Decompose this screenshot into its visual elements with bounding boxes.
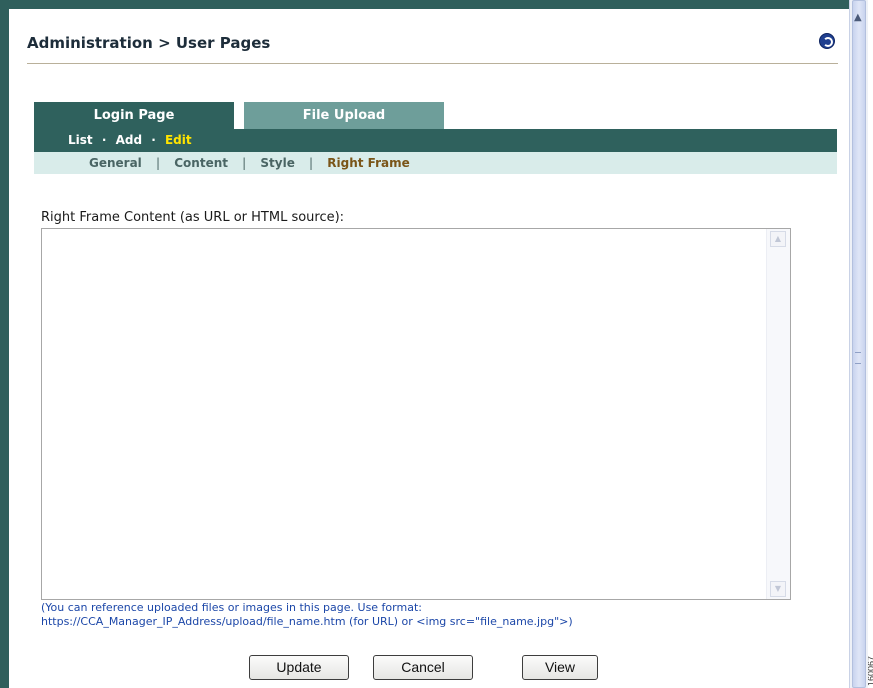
subnav-links: List · Add · Edit <box>68 133 192 147</box>
subnav-add-link[interactable]: Add <box>116 133 142 147</box>
page-scrollbar[interactable]: ▲ <box>849 0 868 688</box>
scroll-up-icon[interactable]: ▲ <box>854 12 862 23</box>
subnav-separator: · <box>101 133 107 147</box>
subnav-edit-link[interactable]: Edit <box>165 133 192 147</box>
subnav-list-link[interactable]: List <box>68 133 93 147</box>
right-frame-content-box: ▲ ▼ <box>41 228 791 600</box>
tab-file-upload[interactable]: File Upload <box>244 102 444 129</box>
left-frame-border <box>0 0 9 688</box>
right-frame-content-label: Right Frame Content (as URL or HTML sour… <box>41 210 345 225</box>
subtab-separator: | <box>156 156 161 170</box>
update-button[interactable]: Update <box>249 655 349 680</box>
page-title: Administration > User Pages <box>27 34 271 52</box>
scrollbar-grip-icon <box>855 352 861 364</box>
help-circle-icon[interactable] <box>819 33 835 49</box>
format-hint: (You can reference uploaded files or ima… <box>41 601 573 629</box>
format-hint-line-2: https://CCA_Manager_IP_Address/upload/fi… <box>41 615 573 628</box>
subtab-content[interactable]: Content <box>174 156 228 170</box>
subnav-separator: · <box>151 133 156 147</box>
subtab-links: General | Content | Style | Right Frame <box>89 156 410 170</box>
format-hint-line-1: (You can reference uploaded files or ima… <box>41 601 422 614</box>
subtab-style[interactable]: Style <box>260 156 294 170</box>
cancel-button[interactable]: Cancel <box>373 655 473 680</box>
subtab-separator: | <box>309 156 314 170</box>
subtab-right-frame[interactable]: Right Frame <box>327 156 410 170</box>
subtab-general[interactable]: General <box>89 156 142 170</box>
figure-id-strip: 160067 <box>868 640 873 688</box>
top-frame-border <box>9 0 849 9</box>
tab-login-page[interactable]: Login Page <box>34 102 234 129</box>
page-scrollbar-thumb[interactable] <box>852 0 866 688</box>
scroll-up-arrow-icon[interactable]: ▲ <box>770 231 786 247</box>
title-divider <box>27 63 838 64</box>
scroll-down-arrow-icon[interactable]: ▼ <box>770 581 786 597</box>
right-frame-content-textarea[interactable] <box>42 229 767 599</box>
view-button[interactable]: View <box>522 655 598 680</box>
figure-id: 160067 <box>868 655 873 686</box>
textarea-scrollbar[interactable]: ▲ ▼ <box>766 229 790 599</box>
subtab-separator: | <box>242 156 247 170</box>
